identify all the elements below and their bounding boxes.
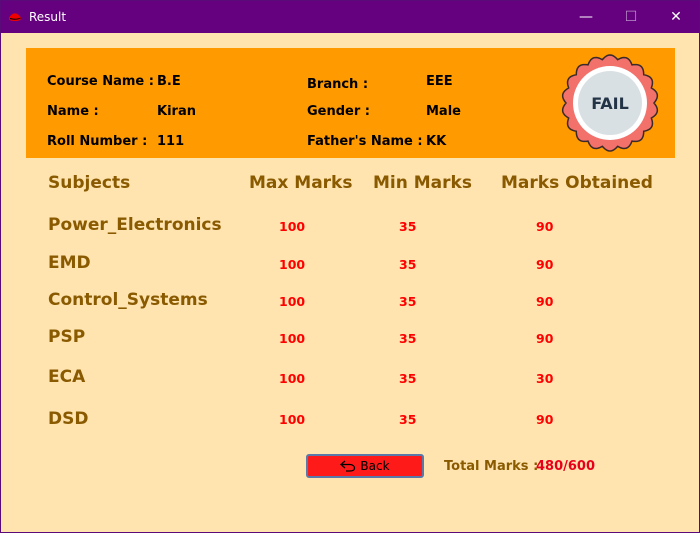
max-marks-value: 100 — [279, 412, 306, 427]
fail-badge: FAIL — [561, 54, 659, 152]
close-button[interactable]: ✕ — [653, 1, 699, 33]
min-marks-value: 35 — [399, 294, 417, 309]
subject-name: PSP — [48, 327, 86, 347]
total-marks-label: Total Marks : — [444, 459, 539, 474]
subject-name: Control_Systems — [48, 290, 208, 310]
obtained-marks-value: 90 — [536, 257, 554, 272]
max-marks-value: 100 — [279, 219, 306, 234]
name-label: Name : — [47, 104, 99, 119]
obtained-marks-value: 90 — [536, 219, 554, 234]
father-name-label: Father's Name : — [307, 134, 423, 149]
min-marks-value: 35 — [399, 331, 417, 346]
name-value: Kiran — [157, 104, 196, 119]
subject-name: ECA — [48, 367, 86, 387]
obtained-marks-value: 90 — [536, 412, 554, 427]
course-name-value: B.E — [157, 74, 181, 89]
obtained-marks-value: 30 — [536, 371, 554, 386]
branch-value: EEE — [426, 74, 453, 89]
maximize-button[interactable]: ☐ — [608, 1, 654, 33]
max-marks-value: 100 — [279, 294, 306, 309]
obtained-marks-value: 90 — [536, 294, 554, 309]
window-title: Result — [29, 10, 67, 24]
gender-value: Male — [426, 104, 461, 119]
min-marks-header: Min Marks — [373, 173, 472, 193]
max-marks-value: 100 — [279, 371, 306, 386]
result-window: Result — ☐ ✕ Course Name : B.E Name : Ki… — [0, 0, 700, 533]
close-icon: ✕ — [670, 9, 682, 25]
fail-badge-text: FAIL — [591, 94, 629, 113]
minimize-icon: — — [579, 9, 593, 25]
subjects-header: Subjects — [48, 173, 131, 193]
father-name-value: KK — [426, 134, 447, 149]
min-marks-value: 35 — [399, 219, 417, 234]
title-bar: Result — ☐ ✕ — [1, 1, 699, 33]
back-button[interactable]: Back — [306, 454, 424, 478]
marks-obtained-header: Marks Obtained — [501, 173, 653, 193]
roll-number-value: 111 — [157, 134, 185, 149]
roll-number-label: Roll Number : — [47, 134, 148, 149]
max-marks-value: 100 — [279, 257, 306, 272]
min-marks-value: 35 — [399, 412, 417, 427]
max-marks-value: 100 — [279, 331, 306, 346]
total-marks-value: 480/600 — [536, 459, 596, 474]
gender-label: Gender : — [307, 104, 371, 119]
subject-name: DSD — [48, 409, 89, 429]
min-marks-value: 35 — [399, 371, 417, 386]
min-marks-value: 35 — [399, 257, 417, 272]
back-button-label: Back — [360, 459, 390, 473]
obtained-marks-value: 90 — [536, 331, 554, 346]
subject-name: Power_Electronics — [48, 215, 222, 235]
red-hat-icon — [9, 13, 21, 21]
minimize-button[interactable]: — — [563, 1, 609, 33]
subject-name: EMD — [48, 253, 91, 273]
max-marks-header: Max Marks — [249, 173, 353, 193]
course-name-label: Course Name : — [47, 74, 154, 89]
branch-label: Branch : — [307, 77, 369, 92]
maximize-icon: ☐ — [624, 9, 638, 25]
undo-arrow-icon — [340, 460, 356, 472]
